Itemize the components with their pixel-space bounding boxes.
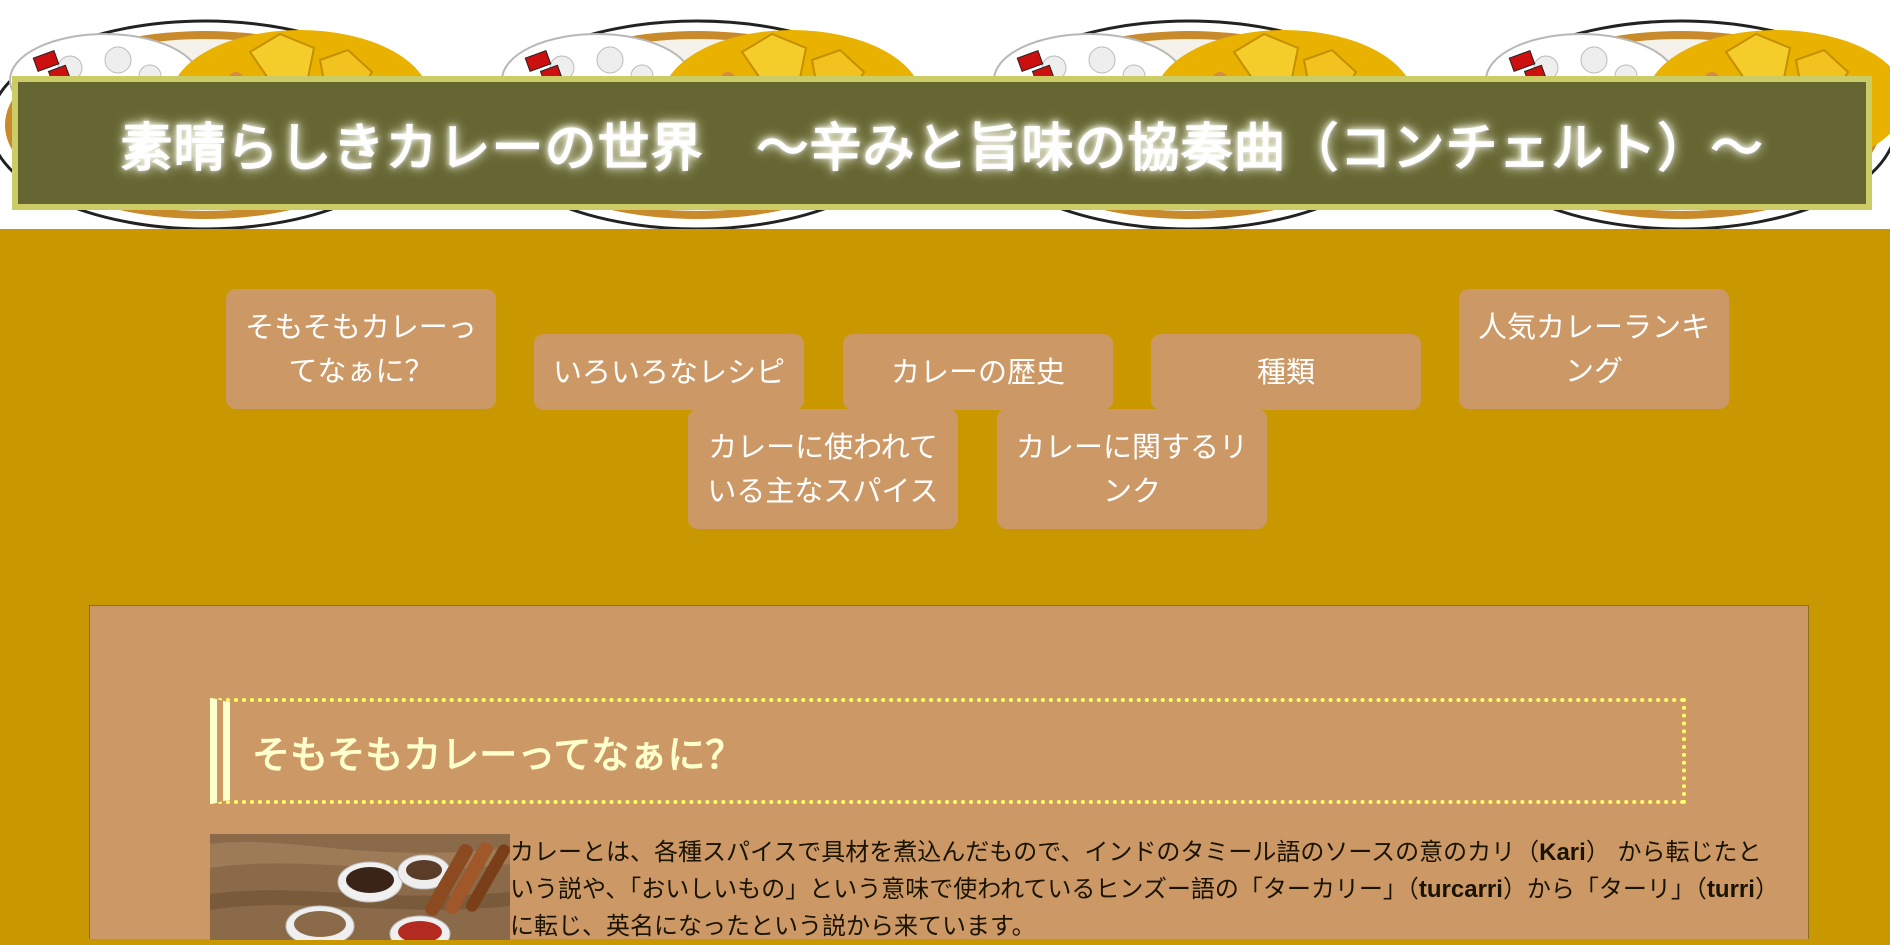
site-banner: 素晴らしきカレーの世界 ～辛みと旨味の協奏曲（コンチェルト）～	[0, 0, 1890, 229]
site-title: 素晴らしきカレーの世界 ～辛みと旨味の協奏曲（コンチェルト）～	[120, 118, 1764, 179]
intro-text-1: カレーとは、各種スパイスで具材を煮込んだもので、インドのタミール語のソースの意の…	[510, 838, 1540, 866]
section-heading: そもそもカレーってなぁに？	[252, 732, 744, 777]
spices-photo	[210, 834, 510, 940]
nav-item-links[interactable]: カレーに関するリンク	[997, 409, 1267, 529]
nav-item-recipes[interactable]: いろいろなレシピ	[534, 334, 804, 410]
nav-item-ranking[interactable]: 人気カレーランキング	[1459, 289, 1729, 409]
intro-term-kari: Kari	[1539, 839, 1586, 866]
intro-term-turcarri: turcarri	[1418, 876, 1503, 903]
intro-paragraph: カレーとは、各種スパイスで具材を煮込んだもので、インドのタミール語のソースの意の…	[510, 834, 1770, 945]
site-title-box: 素晴らしきカレーの世界 ～辛みと旨味の協奏曲（コンチェルト）～	[12, 76, 1872, 210]
nav-item-types[interactable]: 種類	[1151, 334, 1421, 410]
nav-item-history[interactable]: カレーの歴史	[843, 334, 1113, 410]
content-panel: そもそもカレーってなぁに？ カレーとは、各種スパイスで具材を煮込んだもので、イン…	[89, 605, 1809, 940]
intro-text-3: ）から「ターリ」（	[1502, 875, 1707, 903]
section-heading-box: そもそもカレーってなぁに？	[210, 698, 1686, 804]
nav-item-what-is-curry[interactable]: そもそもカレーってなぁに？	[226, 289, 496, 409]
nav-item-spices[interactable]: カレーに使われている主なスパイス	[688, 409, 958, 529]
intro-term-turri: turri	[1706, 876, 1755, 903]
